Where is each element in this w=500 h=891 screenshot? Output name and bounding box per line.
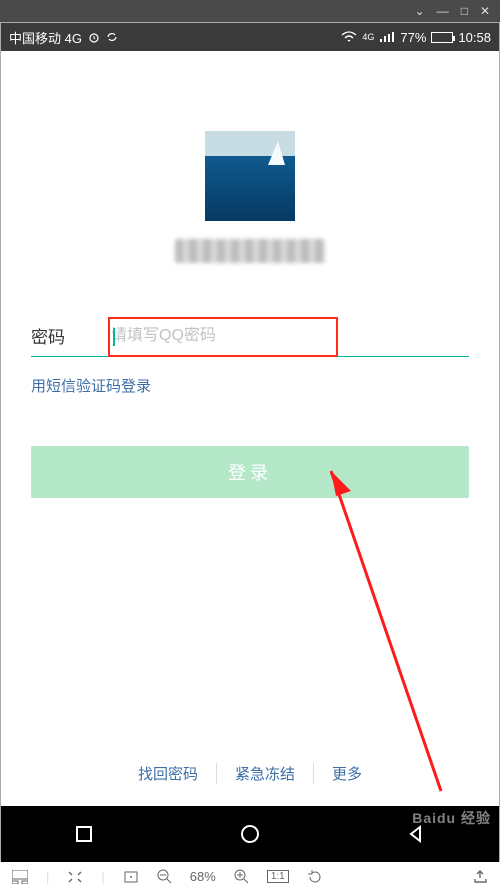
avatar	[205, 131, 295, 221]
ratio-icon[interactable]: 1:1	[267, 870, 289, 883]
export-icon[interactable]	[473, 869, 488, 884]
zoom-in-icon[interactable]	[234, 869, 249, 884]
separator: |	[101, 869, 104, 884]
battery-icon	[431, 32, 453, 43]
emulator-frame: 中国移动 4G 4G 77% 10:58 密	[0, 22, 500, 861]
network-badge: 4G	[362, 33, 374, 42]
password-input[interactable]	[111, 327, 469, 345]
username-blurred	[175, 239, 325, 263]
emergency-freeze-link[interactable]: 紧急冻结	[217, 763, 313, 784]
signal-icon	[379, 31, 395, 43]
battery-percent: 77%	[400, 30, 426, 45]
login-screen: 密码 用短信验证码登录 登录 找回密码 紧急冻结 更多	[1, 51, 499, 806]
login-button[interactable]: 登录	[31, 446, 469, 498]
back-button[interactable]	[386, 814, 446, 854]
bottom-links: 找回密码 紧急冻结 更多	[1, 763, 499, 784]
separator: |	[46, 869, 49, 884]
more-link[interactable]: 更多	[314, 763, 380, 784]
password-label: 密码	[31, 323, 111, 348]
fit-icon[interactable]	[123, 870, 139, 884]
sync-icon	[106, 31, 118, 43]
status-bar: 中国移动 4G 4G 77% 10:58	[1, 23, 499, 51]
window-titlebar: ⌄ — □ ✕	[0, 0, 500, 22]
wifi-icon	[341, 31, 357, 43]
sms-login-link[interactable]: 用短信验证码登录	[31, 375, 469, 396]
home-button[interactable]	[220, 814, 280, 854]
clock: 10:58	[458, 30, 491, 45]
window-maximize-icon[interactable]: □	[461, 4, 468, 18]
carrier-label: 中国移动 4G	[9, 28, 82, 47]
android-nav-bar	[1, 806, 499, 862]
alarm-icon	[88, 31, 100, 43]
recent-apps-button[interactable]	[54, 814, 114, 854]
window-close-icon[interactable]: ✕	[480, 4, 490, 18]
layout-icon[interactable]	[12, 870, 28, 884]
text-cursor	[113, 328, 115, 346]
window-minimize-icon[interactable]: —	[437, 4, 449, 18]
window-dropdown-icon[interactable]: ⌄	[415, 4, 425, 18]
fullscreen-icon[interactable]	[67, 870, 83, 884]
password-row: 密码	[31, 323, 469, 357]
zoom-percent: 68%	[190, 869, 216, 884]
rotate-icon[interactable]	[307, 869, 322, 884]
find-password-link[interactable]: 找回密码	[120, 763, 216, 784]
zoom-out-icon[interactable]	[157, 869, 172, 884]
emulator-toolbar: | | 68% 1:1	[0, 861, 500, 891]
